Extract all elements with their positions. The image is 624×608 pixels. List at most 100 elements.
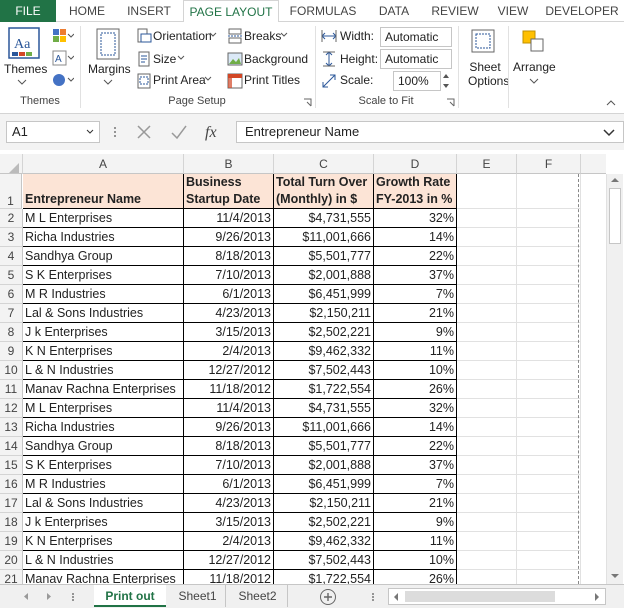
cell-turnover[interactable]: $7,502,443 (274, 551, 374, 570)
cell-startup-date[interactable]: 7/10/2013 (184, 266, 274, 285)
cell-entrepreneur-name[interactable]: M L Enterprises (23, 399, 184, 418)
cell-empty-e[interactable] (457, 494, 517, 513)
fonts-icon[interactable]: A (52, 50, 74, 66)
cell-entrepreneur-name[interactable]: S K Enterprises (23, 456, 184, 475)
cell-entrepreneur-name[interactable]: L & N Industries (23, 551, 184, 570)
cell-entrepreneur-name[interactable]: M L Enterprises (23, 209, 184, 228)
more-tabs-icon[interactable] (70, 592, 76, 602)
cell-empty-e[interactable] (457, 380, 517, 399)
cell-f1[interactable] (517, 174, 581, 209)
expand-formula-bar-icon[interactable] (602, 128, 616, 137)
cell-empty-e[interactable] (457, 228, 517, 247)
cell-startup-date[interactable]: 6/1/2013 (184, 285, 274, 304)
cell-growth-rate[interactable]: 7% (374, 285, 457, 304)
cell-growth-rate[interactable]: 10% (374, 551, 457, 570)
cell-entrepreneur-name[interactable]: Richa Industries (23, 418, 184, 437)
cell-empty-e[interactable] (457, 437, 517, 456)
header-growth-rate[interactable]: Growth Rate FY-2013 in % (374, 174, 457, 209)
cell-turnover[interactable]: $4,731,555 (274, 399, 374, 418)
colors-icon[interactable] (52, 28, 74, 44)
cell-empty-f[interactable] (517, 361, 581, 380)
margins-icon[interactable] (95, 28, 121, 60)
width-dropdown[interactable]: Automatic (380, 27, 452, 47)
cell-empty-e[interactable] (457, 456, 517, 475)
column-header-d[interactable]: D (374, 154, 457, 174)
cell-empty-e[interactable] (457, 475, 517, 494)
cell-entrepreneur-name[interactable]: Lal & Sons Industries (23, 304, 184, 323)
formula-input[interactable]: Entrepreneur Name (236, 121, 624, 143)
cell-empty-f[interactable] (517, 399, 581, 418)
tab-file[interactable]: FILE (0, 0, 56, 22)
arrange-icon[interactable] (520, 28, 546, 54)
background-button[interactable]: Background (244, 52, 308, 66)
sheet-options-button[interactable]: Sheet Options (468, 60, 509, 88)
cell-growth-rate[interactable]: 22% (374, 437, 457, 456)
cell-growth-rate[interactable]: 26% (374, 380, 457, 399)
cell-empty-e[interactable] (457, 209, 517, 228)
header-entrepreneur-name[interactable]: Entrepreneur Name (23, 174, 184, 209)
cell-startup-date[interactable]: 11/18/2012 (184, 570, 274, 584)
cell-entrepreneur-name[interactable]: K N Enterprises (23, 342, 184, 361)
horizontal-scrollbar[interactable] (388, 588, 606, 605)
cell-turnover[interactable]: $2,150,211 (274, 304, 374, 323)
row-header[interactable]: 9 (0, 342, 23, 361)
cell-turnover[interactable]: $11,001,666 (274, 418, 374, 437)
breaks-icon[interactable] (227, 28, 243, 44)
row-header[interactable]: 20 (0, 551, 23, 570)
cell-turnover[interactable]: $11,001,666 (274, 228, 374, 247)
cell-growth-rate[interactable]: 26% (374, 570, 457, 584)
cell-entrepreneur-name[interactable]: Sandhya Group (23, 437, 184, 456)
cell-empty-e[interactable] (457, 513, 517, 532)
cell-turnover[interactable]: $5,501,777 (274, 437, 374, 456)
column-header-c[interactable]: C (274, 154, 374, 174)
cell-growth-rate[interactable]: 9% (374, 513, 457, 532)
cell-entrepreneur-name[interactable]: Richa Industries (23, 228, 184, 247)
row-header[interactable]: 19 (0, 532, 23, 551)
cell-turnover[interactable]: $1,722,554 (274, 570, 374, 584)
print-titles-button[interactable]: Print Titles (244, 73, 300, 87)
cell-startup-date[interactable]: 2/4/2013 (184, 532, 274, 551)
cell-empty-e[interactable] (457, 361, 517, 380)
row-header[interactable]: 12 (0, 399, 23, 418)
cell-empty-e[interactable] (457, 266, 517, 285)
tab-home[interactable]: HOME (58, 0, 116, 22)
row-header[interactable]: 18 (0, 513, 23, 532)
scroll-tabs-left-icon[interactable] (22, 592, 30, 601)
column-header-e[interactable]: E (457, 154, 517, 174)
cell-empty-f[interactable] (517, 551, 581, 570)
cell-turnover[interactable]: $5,501,777 (274, 247, 374, 266)
cell-empty-f[interactable] (517, 437, 581, 456)
cell-startup-date[interactable]: 7/10/2013 (184, 456, 274, 475)
column-header-f[interactable]: F (517, 154, 581, 174)
cell-entrepreneur-name[interactable]: Manav Rachna Enterprises (23, 380, 184, 399)
row-header[interactable]: 17 (0, 494, 23, 513)
cell-empty-f[interactable] (517, 323, 581, 342)
effects-icon[interactable] (52, 72, 74, 88)
row-header[interactable]: 7 (0, 304, 23, 323)
breaks-button[interactable]: Breaks (244, 29, 281, 43)
arrange-button[interactable]: Arrange (513, 60, 556, 74)
cell-startup-date[interactable]: 8/18/2013 (184, 247, 274, 266)
tab-insert[interactable]: INSERT (118, 0, 180, 22)
cell-startup-date[interactable]: 12/27/2012 (184, 551, 274, 570)
cell-empty-e[interactable] (457, 304, 517, 323)
sheet-tab-print-out[interactable]: Print out (94, 585, 166, 607)
cell-startup-date[interactable]: 12/27/2012 (184, 361, 274, 380)
insert-function-icon[interactable]: fx (203, 122, 225, 142)
cell-entrepreneur-name[interactable]: Lal & Sons Industries (23, 494, 184, 513)
row-header[interactable]: 21 (0, 570, 23, 584)
row-header[interactable]: 10 (0, 361, 23, 380)
row-header[interactable]: 8 (0, 323, 23, 342)
row-header[interactable]: 4 (0, 247, 23, 266)
column-header-g[interactable] (581, 154, 606, 174)
cell-empty-e[interactable] (457, 285, 517, 304)
header-total-turnover[interactable]: Total Turn Over (Monthly) in $ (274, 174, 374, 209)
cell-growth-rate[interactable]: 11% (374, 532, 457, 551)
tab-view[interactable]: VIEW (490, 0, 536, 22)
collapse-ribbon-icon[interactable] (605, 99, 617, 107)
cell-empty-f[interactable] (517, 247, 581, 266)
cell-empty-f[interactable] (517, 494, 581, 513)
cancel-icon[interactable] (135, 123, 153, 141)
cell-turnover[interactable]: $9,462,332 (274, 342, 374, 361)
cell-entrepreneur-name[interactable]: J k Enterprises (23, 513, 184, 532)
